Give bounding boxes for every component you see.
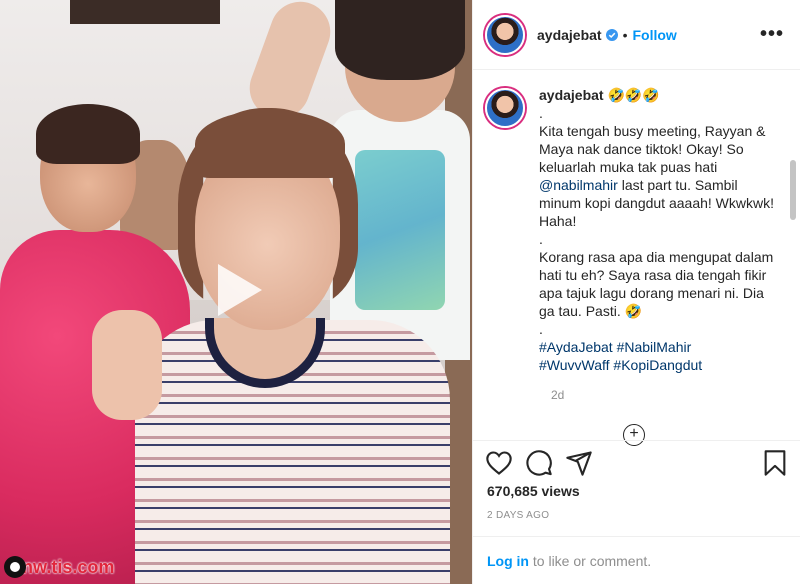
caption-line: . bbox=[539, 231, 543, 247]
bookmark-icon[interactable] bbox=[761, 449, 789, 477]
action-bar bbox=[473, 440, 800, 484]
caption-age: 2d bbox=[551, 388, 565, 402]
caption-line: Kita tengah busy meeting, Rayyan & Maya … bbox=[539, 123, 770, 175]
video-player[interactable]: nw.tis.com bbox=[0, 0, 472, 584]
watermark: nw.tis.com bbox=[4, 556, 114, 578]
video-kid-shirt-print bbox=[355, 150, 445, 310]
caption-text: aydajebat 🤣🤣🤣 . Kita tengah busy meeting… bbox=[539, 86, 779, 374]
caption-username[interactable]: aydajebat bbox=[539, 87, 604, 103]
video-woman-bangs bbox=[195, 110, 345, 178]
caption-line: . bbox=[539, 105, 543, 121]
watermark-text: nw.tis.com bbox=[22, 557, 115, 577]
follow-button[interactable]: Follow bbox=[633, 27, 677, 43]
post-header: aydajebat • Follow ••• bbox=[473, 0, 800, 70]
hashtag-line[interactable]: #AydaJebat #NabilMahir bbox=[539, 338, 779, 356]
caption-section: aydajebat 🤣🤣🤣 . Kita tengah busy meeting… bbox=[473, 70, 800, 425]
header-separator: • bbox=[622, 26, 628, 43]
hashtag-line[interactable]: #WuvvWaff #KopiDangdut bbox=[539, 356, 779, 374]
more-options-icon[interactable]: ••• bbox=[760, 23, 784, 46]
video-frame-decor bbox=[70, 0, 220, 24]
caption-line: . bbox=[539, 321, 543, 337]
play-icon[interactable] bbox=[204, 258, 268, 322]
video-girl-hair bbox=[36, 104, 140, 164]
caption-line-mention: @nabilmahir last part tu. Sambil minum k… bbox=[539, 176, 779, 230]
watermark-logo-icon bbox=[4, 556, 26, 578]
caption-line: Korang rasa apa dia mengupat dalam hati … bbox=[539, 249, 778, 319]
verified-badge-icon bbox=[605, 28, 618, 41]
login-link[interactable]: Log in bbox=[487, 553, 529, 569]
caption-avatar[interactable] bbox=[485, 88, 525, 128]
heart-icon[interactable] bbox=[485, 449, 513, 477]
video-kid-hair bbox=[335, 0, 465, 80]
comments-scrollbar[interactable] bbox=[790, 160, 796, 220]
login-prompt: Log in to like or comment. bbox=[473, 536, 800, 584]
mention-link[interactable]: @nabilmahir bbox=[539, 177, 618, 193]
share-icon[interactable] bbox=[565, 449, 593, 477]
view-count[interactable]: 670,685 views bbox=[487, 483, 580, 499]
avatar[interactable] bbox=[485, 14, 525, 55]
comment-icon[interactable] bbox=[525, 449, 553, 477]
post-date[interactable]: 2 DAYS AGO bbox=[487, 510, 549, 521]
post-username[interactable]: aydajebat bbox=[537, 27, 602, 43]
video-fist bbox=[92, 310, 162, 420]
login-rest: to like or comment. bbox=[529, 553, 652, 569]
caption-row: aydajebat 🤣🤣🤣 . Kita tengah busy meeting… bbox=[485, 86, 782, 374]
post-panel: aydajebat • Follow ••• aydajebat 🤣🤣🤣 . K… bbox=[472, 0, 800, 584]
caption-emoji: 🤣🤣🤣 bbox=[603, 87, 660, 103]
